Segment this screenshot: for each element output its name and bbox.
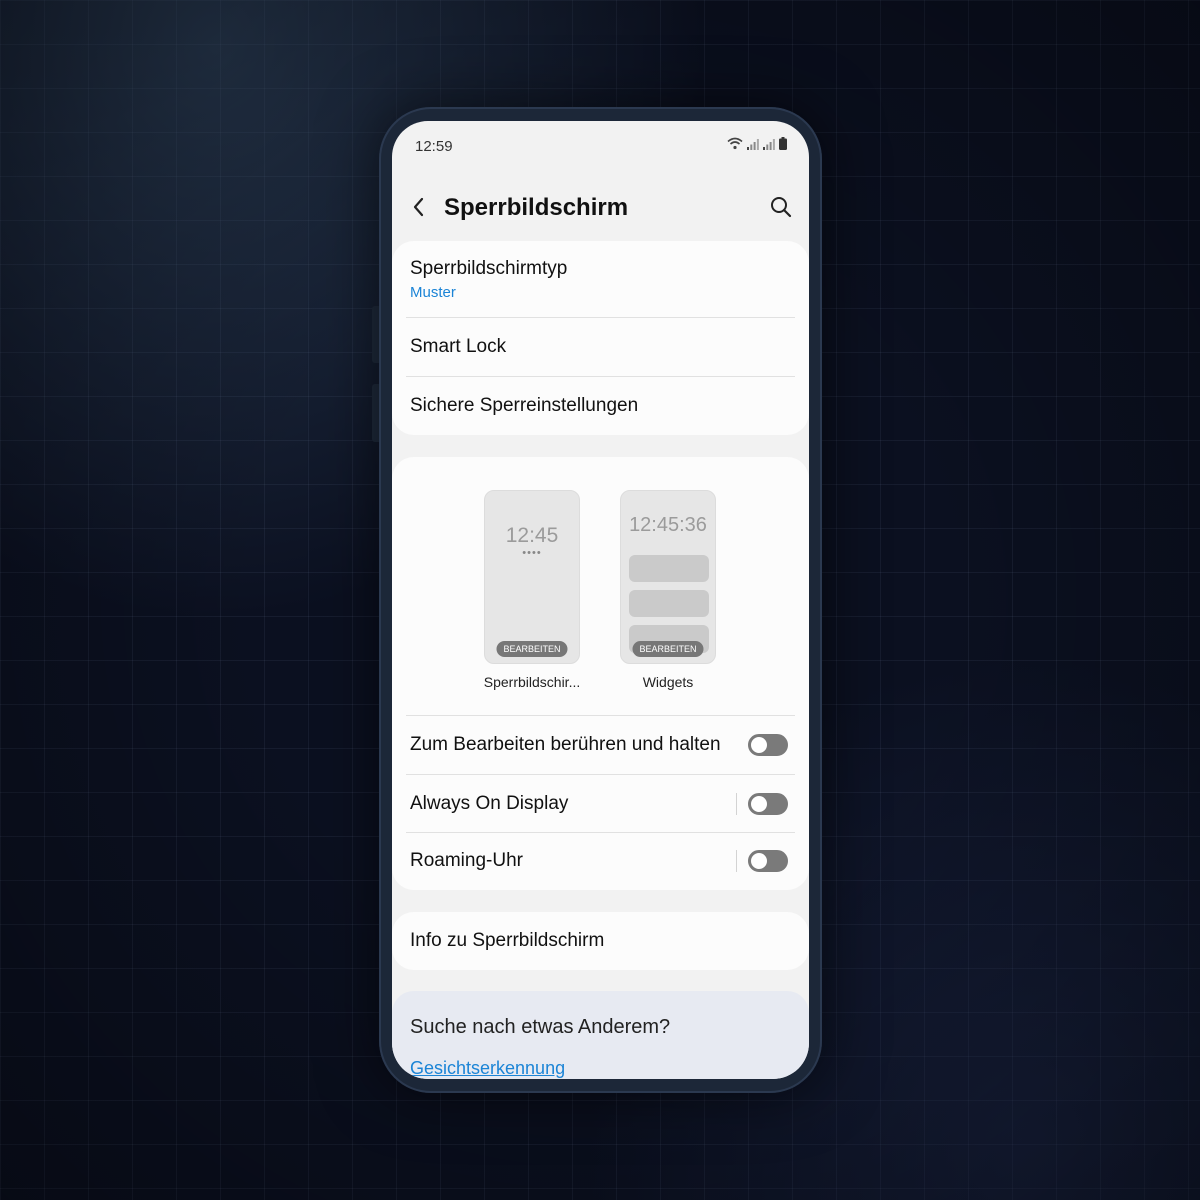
phone-screen: 12:59 Sperrbildschirm Sperrbildschirmtyp…: [392, 121, 809, 1079]
setting-label: Info zu Sperrbildschirm: [410, 930, 605, 951]
setting-label: Zum Bearbeiten berühren und halten: [410, 734, 721, 755]
app-header: Sperrbildschirm: [392, 183, 809, 235]
battery-icon: [779, 137, 787, 150]
setting-label: Smart Lock: [410, 336, 507, 357]
setting-value: Muster: [410, 284, 456, 301]
vertical-separator: [736, 850, 737, 872]
status-bar: 12:59: [392, 121, 809, 169]
preview-clock: 12:45:36: [629, 514, 707, 536]
status-time: 12:59: [415, 138, 453, 155]
suggestion-title: Suche nach etwas Anderem?: [410, 1016, 671, 1038]
page-title: Sperrbildschirm: [444, 194, 629, 221]
setting-touch-hold-edit[interactable]: Zum Bearbeiten berühren und halten: [392, 716, 809, 774]
wifi-icon: [727, 137, 743, 150]
status-icons: [727, 137, 787, 150]
widget-placeholder: [629, 555, 709, 582]
vertical-separator: [736, 793, 737, 815]
setting-info-lockscreen[interactable]: Info zu Sperrbildschirm: [392, 912, 809, 970]
toggle-switch[interactable]: [748, 793, 788, 815]
preview-caption: Widgets: [642, 674, 694, 690]
setting-label: Sichere Sperreinstellungen: [410, 395, 639, 416]
suggestion-panel: Suche nach etwas Anderem? Gesichtserkenn…: [392, 991, 809, 1079]
setting-always-on-display[interactable]: Always On Display: [392, 775, 809, 833]
widget-placeholder: [629, 590, 709, 617]
suggestion-link[interactable]: Gesichtserkennung: [410, 1058, 565, 1079]
setting-label: Always On Display: [410, 793, 569, 814]
toggle-switch[interactable]: [748, 850, 788, 872]
signal-icon: [747, 139, 759, 150]
setting-secure-lock[interactable]: Sichere Sperreinstellungen: [392, 377, 809, 435]
toggle-switch[interactable]: [748, 734, 788, 756]
widgets-preview[interactable]: 12:45:36 BEARBEITEN: [620, 490, 716, 664]
chevron-left-icon[interactable]: [406, 193, 434, 221]
search-icon[interactable]: [767, 193, 795, 221]
lock-type-group: Sperrbildschirmtyp Muster Smart Lock Sic…: [392, 241, 809, 435]
lockscreen-preview[interactable]: 12:45 •••• BEARBEITEN: [484, 490, 580, 664]
setting-label: Sperrbildschirmtyp: [410, 258, 568, 279]
preview-caption: Sperrbildschir...: [483, 674, 581, 690]
setting-roaming-clock[interactable]: Roaming-Uhr: [392, 833, 809, 890]
setting-smart-lock[interactable]: Smart Lock: [392, 318, 809, 376]
setting-lock-type[interactable]: Sperrbildschirmtyp Muster: [392, 241, 809, 317]
lockscreen-customize-group: 12:45 •••• BEARBEITEN Sperrbildschir... …: [392, 457, 809, 890]
edit-lockscreen-button[interactable]: BEARBEITEN: [496, 641, 568, 657]
edit-widgets-button[interactable]: BEARBEITEN: [632, 641, 704, 657]
info-group: Info zu Sperrbildschirm: [392, 912, 809, 970]
setting-label: Roaming-Uhr: [410, 850, 523, 871]
signal-icon: [763, 139, 775, 150]
pattern-dots: ••••: [522, 547, 542, 559]
preview-clock: 12:45: [505, 524, 559, 547]
